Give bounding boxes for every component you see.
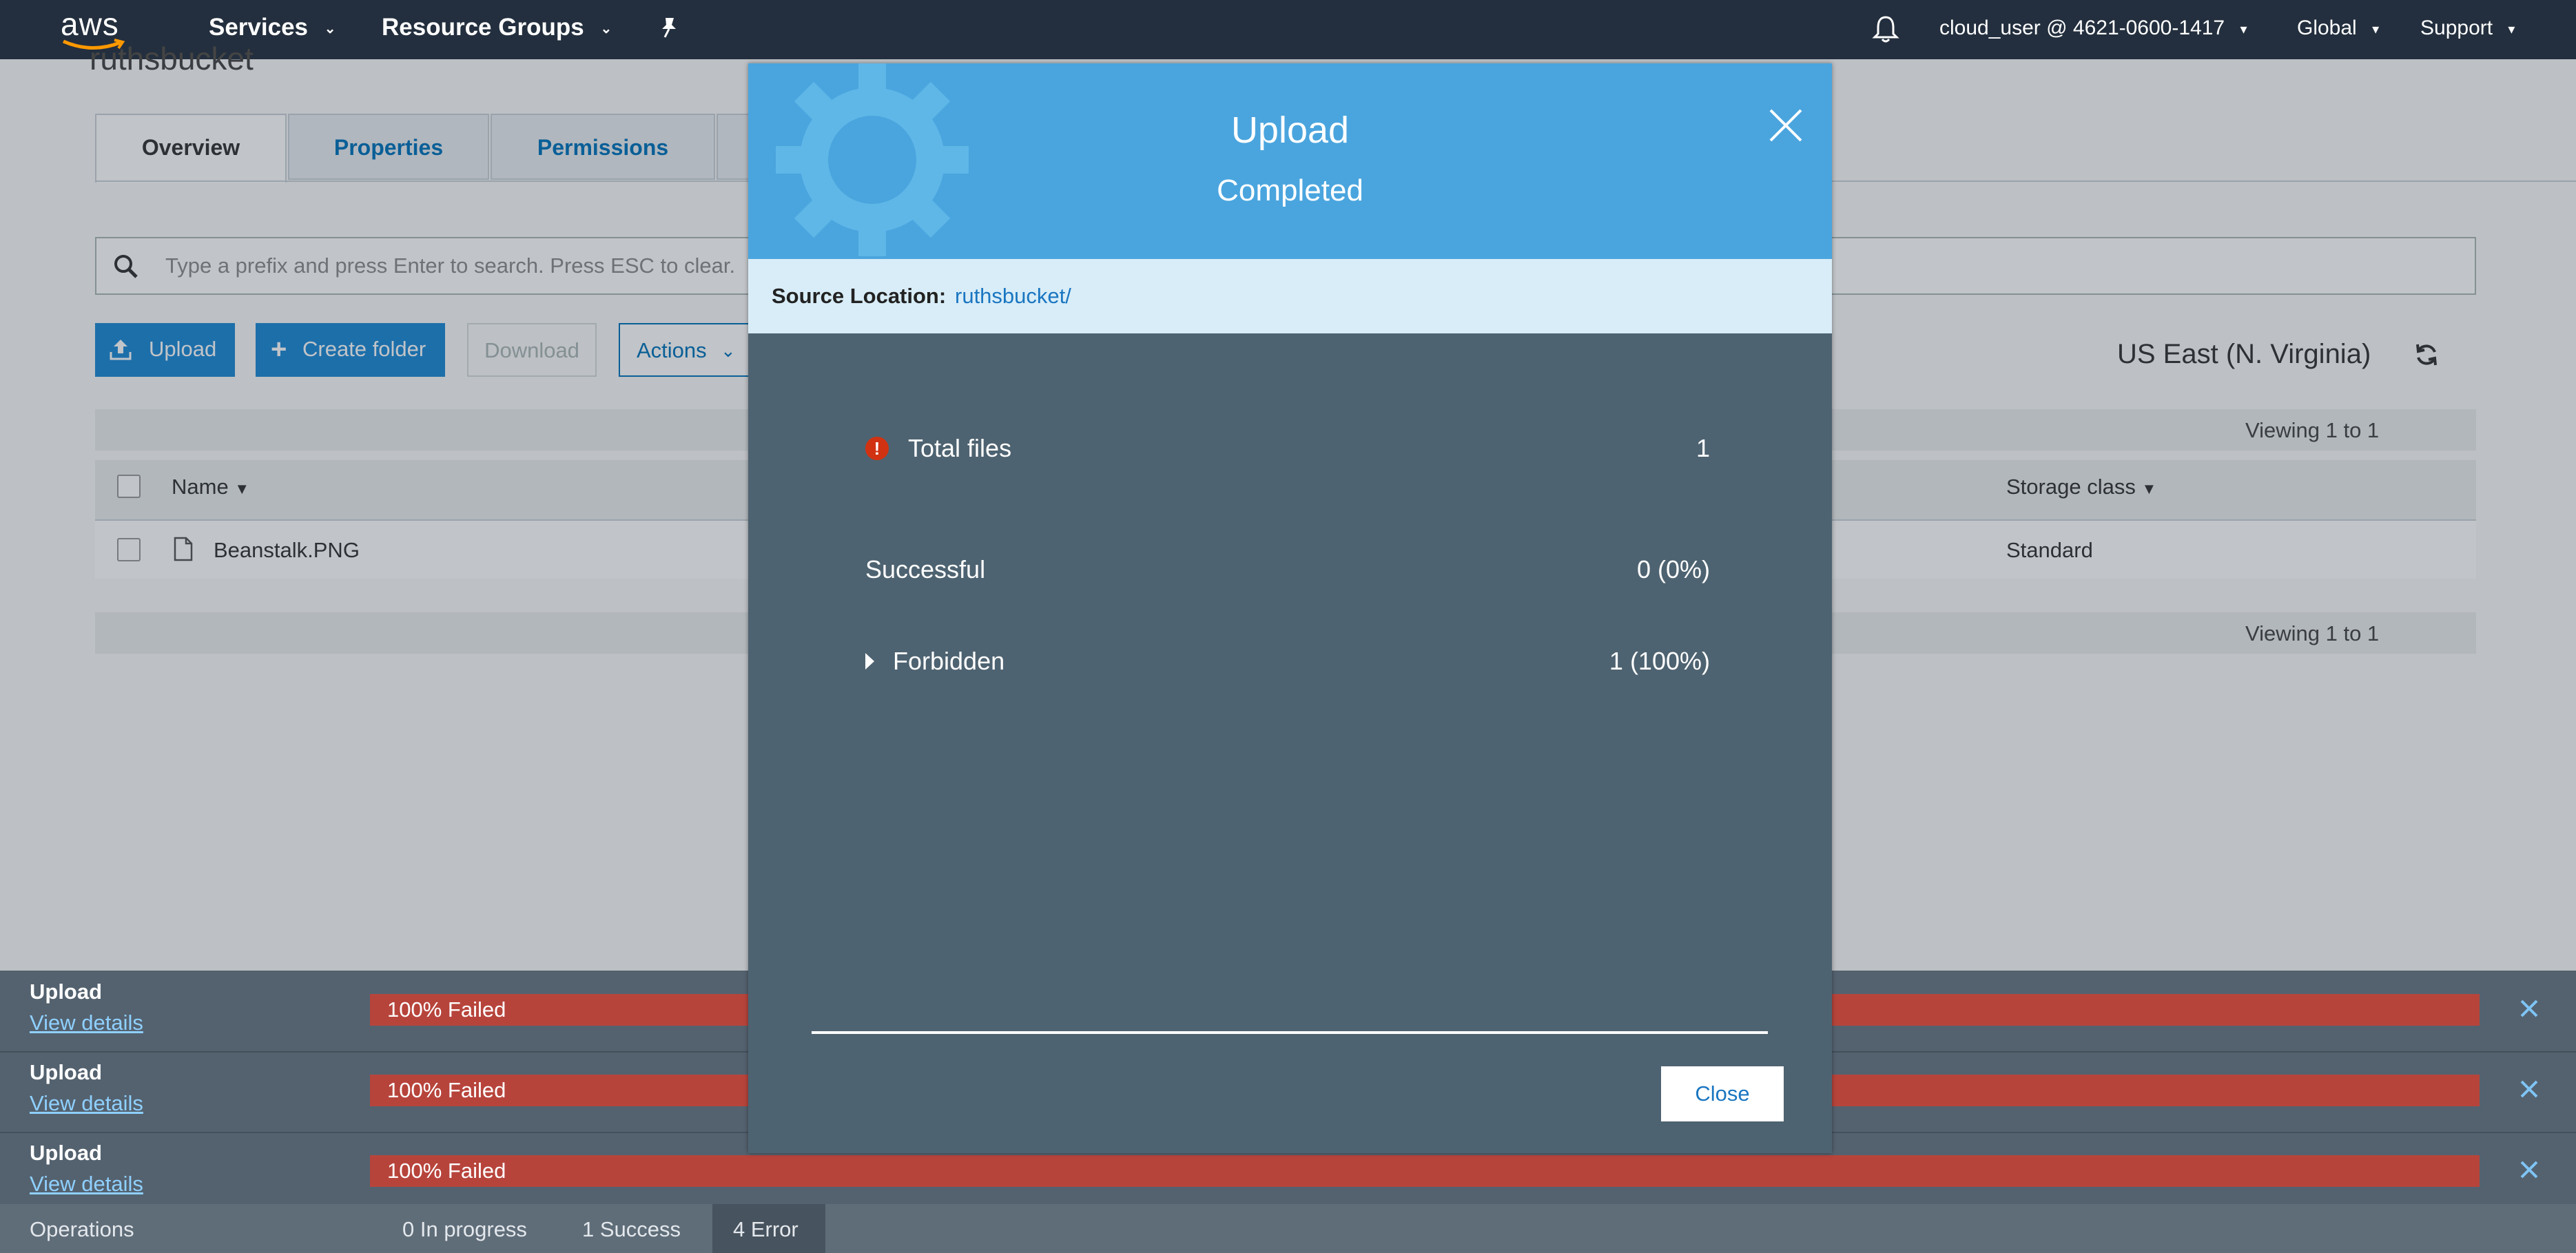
- operations-title[interactable]: Operations: [30, 1217, 134, 1242]
- account-menu[interactable]: cloud_user @ 4621-0600-1417 ▾: [1939, 17, 2247, 40]
- chevron-down-icon: ⌄: [600, 21, 612, 37]
- source-location-label: Source Location:: [772, 284, 947, 308]
- close-icon[interactable]: [2516, 995, 2542, 1022]
- forbidden-value: 1 (100%): [1609, 647, 1710, 675]
- resource-groups-menu[interactable]: Resource Groups ⌄: [382, 14, 612, 41]
- region-label: Global: [2297, 17, 2357, 39]
- support-label: Support: [2420, 17, 2493, 39]
- upload-dialog: Upload Completed Source Location: ruthsb…: [748, 63, 1832, 1153]
- caret-down-icon: ▾: [2372, 21, 2380, 37]
- source-location-bar: Source Location: ruthsbucket/: [748, 259, 1832, 333]
- dialog-header: Upload Completed: [748, 63, 1832, 259]
- progress-status: 100% Failed: [387, 997, 506, 1022]
- services-menu[interactable]: Services ⌄: [209, 14, 336, 41]
- region-menu[interactable]: Global ▾: [2297, 17, 2379, 40]
- caret-down-icon: ▾: [2240, 21, 2247, 37]
- progress-status: 100% Failed: [387, 1078, 506, 1102]
- successful-label: Successful: [865, 555, 986, 583]
- total-files-value: 1: [1696, 434, 1710, 462]
- close-button[interactable]: Close: [1661, 1066, 1784, 1121]
- dialog-subtitle: Completed: [1217, 174, 1363, 207]
- close-icon[interactable]: [1766, 106, 1805, 145]
- account-label: cloud_user @ 4621-0600-1417: [1939, 17, 2225, 39]
- forbidden-row[interactable]: Forbidden 1 (100%): [865, 647, 1710, 681]
- bell-icon[interactable]: [1871, 14, 1900, 44]
- total-files-label: Total files: [908, 434, 1012, 462]
- view-details-link[interactable]: View details: [30, 1011, 143, 1035]
- progress-bar: 100% Failed: [370, 1155, 2480, 1187]
- successful-row: Successful 0 (0%): [865, 555, 1710, 590]
- top-nav: aws Services ⌄ Resource Groups ⌄ cloud_u…: [0, 0, 2576, 59]
- operation-label: Upload: [30, 980, 103, 1004]
- operation-label: Upload: [30, 1141, 103, 1165]
- total-files-row: Total files 1: [865, 434, 1710, 468]
- operations-footer: Operations 0 In progress 1 Success 4 Err…: [0, 1204, 2576, 1253]
- view-details-link[interactable]: View details: [30, 1091, 143, 1116]
- view-details-link[interactable]: View details: [30, 1172, 143, 1197]
- support-menu[interactable]: Support ▾: [2420, 17, 2515, 40]
- source-location-link[interactable]: ruthsbucket/: [955, 284, 1071, 309]
- error-tab-label: 4 Error: [733, 1217, 798, 1241]
- success-tab[interactable]: 1 Success: [582, 1217, 681, 1242]
- in-progress-tab[interactable]: 0 In progress: [402, 1217, 527, 1242]
- services-label: Services: [209, 14, 309, 41]
- progress-status: 100% Failed: [387, 1159, 506, 1183]
- chevron-down-icon: ⌄: [324, 21, 336, 37]
- close-icon[interactable]: [2516, 1076, 2542, 1102]
- gear-icon: [776, 63, 969, 256]
- close-icon[interactable]: [2516, 1157, 2542, 1183]
- resource-groups-label: Resource Groups: [382, 14, 584, 41]
- pin-icon[interactable]: [657, 15, 681, 39]
- forbidden-label: Forbidden: [893, 647, 1005, 675]
- operation-label: Upload: [30, 1060, 103, 1084]
- dialog-title: Upload: [1230, 110, 1350, 151]
- successful-value: 0 (0%): [1636, 555, 1710, 583]
- caret-down-icon: ▾: [2508, 21, 2515, 37]
- aws-logo-text: aws: [61, 6, 119, 42]
- dialog-divider: [812, 1031, 1768, 1034]
